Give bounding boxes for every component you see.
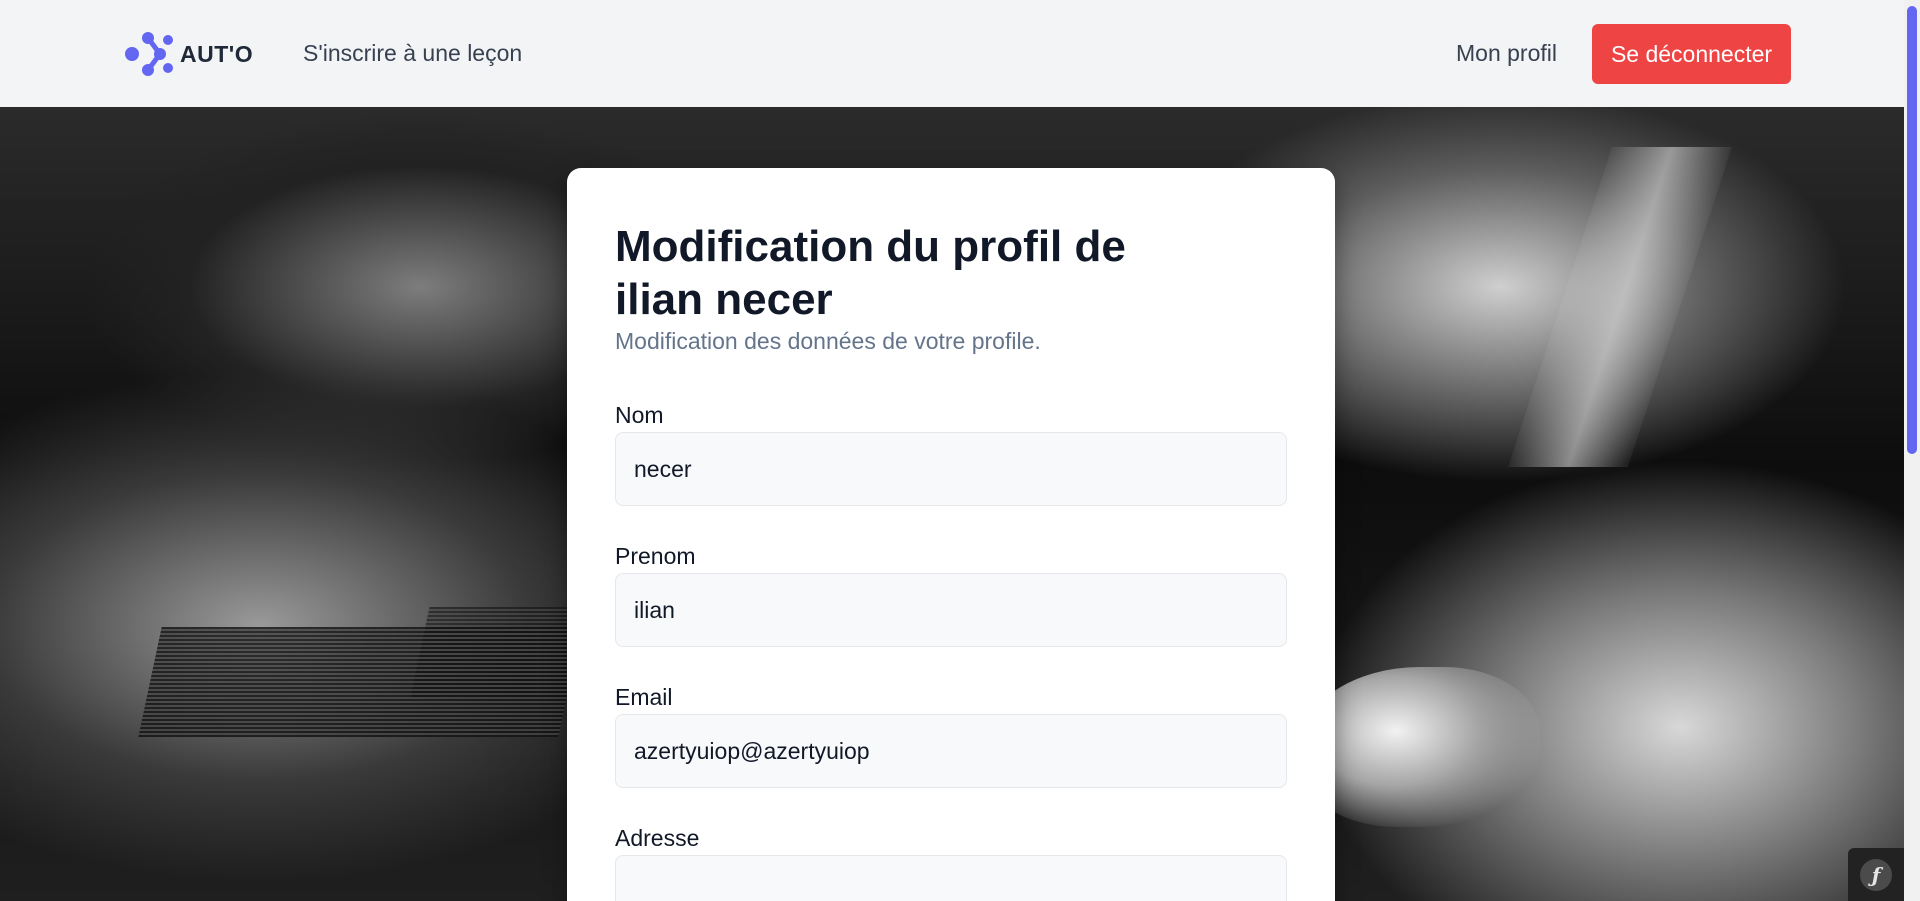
- adresse-label: Adresse: [615, 825, 700, 851]
- nav-link-lesson[interactable]: S'inscrire à une leçon: [303, 40, 522, 67]
- nav-link-profile[interactable]: Mon profil: [1456, 40, 1557, 67]
- symfony-icon: ƒ: [1860, 858, 1892, 891]
- prenom-input[interactable]: [615, 573, 1287, 647]
- hero-detail-headlight: [1300, 667, 1540, 827]
- brand-logo-icon: [125, 32, 173, 76]
- brand-link[interactable]: AUT'O: [124, 30, 253, 78]
- email-input[interactable]: [615, 714, 1287, 788]
- logout-button[interactable]: Se déconnecter: [1592, 24, 1791, 84]
- prenom-label: Prenom: [615, 543, 696, 569]
- nom-input[interactable]: [615, 432, 1287, 506]
- page-title: Modification du profil de ilian necer: [615, 222, 1126, 324]
- hero-detail-reflection: [1508, 147, 1732, 467]
- email-label: Email: [615, 684, 673, 710]
- top-navbar: AUT'O S'inscrire à une leçon Mon profil …: [0, 0, 1904, 107]
- debug-toolbar-toggle[interactable]: ƒ: [1848, 848, 1904, 901]
- profile-edit-card: Modification du profil de ilian necer Mo…: [567, 168, 1335, 901]
- scrollbar-thumb[interactable]: [1907, 6, 1917, 454]
- nom-label: Nom: [615, 402, 664, 428]
- adresse-input[interactable]: [615, 855, 1287, 901]
- brand-name: AUT'O: [180, 40, 254, 67]
- page-subtitle: Modification des données de votre profil…: [615, 328, 1041, 354]
